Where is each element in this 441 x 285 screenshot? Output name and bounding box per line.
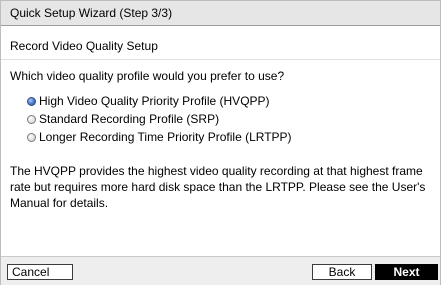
radio-unselected-icon[interactable]	[27, 114, 36, 124]
question-text: Which video quality profile would you pr…	[10, 69, 285, 83]
next-button[interactable]: Next	[375, 264, 438, 280]
dialog-content: Record Video Quality Setup Which video q…	[1, 26, 440, 256]
dialog-title: Quick Setup Wizard (Step 3/3)	[10, 6, 173, 20]
profile-options: High Video Quality Priority Profile (HVQ…	[27, 92, 292, 146]
section-subtitle: Record Video Quality Setup	[10, 39, 158, 53]
option-srp[interactable]: Standard Recording Profile (SRP)	[27, 110, 292, 128]
option-label-srp: Standard Recording Profile (SRP)	[39, 112, 220, 126]
quick-setup-wizard-dialog: Quick Setup Wizard (Step 3/3) Record Vid…	[0, 0, 441, 285]
radio-unselected-icon[interactable]	[27, 132, 36, 142]
option-lrtpp[interactable]: Longer Recording Time Priority Profile (…	[27, 128, 292, 146]
profile-description: The HVQPP provides the highest video qua…	[10, 164, 426, 210]
dialog-footer: Cancel Back Next	[1, 256, 440, 285]
divider	[1, 59, 440, 60]
cancel-button[interactable]: Cancel	[7, 264, 73, 280]
radio-selected-icon[interactable]	[27, 96, 36, 106]
option-label-hvqpp: High Video Quality Priority Profile (HVQ…	[39, 94, 270, 108]
option-label-lrtpp: Longer Recording Time Priority Profile (…	[39, 130, 292, 144]
dialog-titlebar: Quick Setup Wizard (Step 3/3)	[1, 1, 440, 26]
option-hvqpp[interactable]: High Video Quality Priority Profile (HVQ…	[27, 92, 292, 110]
back-button[interactable]: Back	[312, 264, 372, 280]
